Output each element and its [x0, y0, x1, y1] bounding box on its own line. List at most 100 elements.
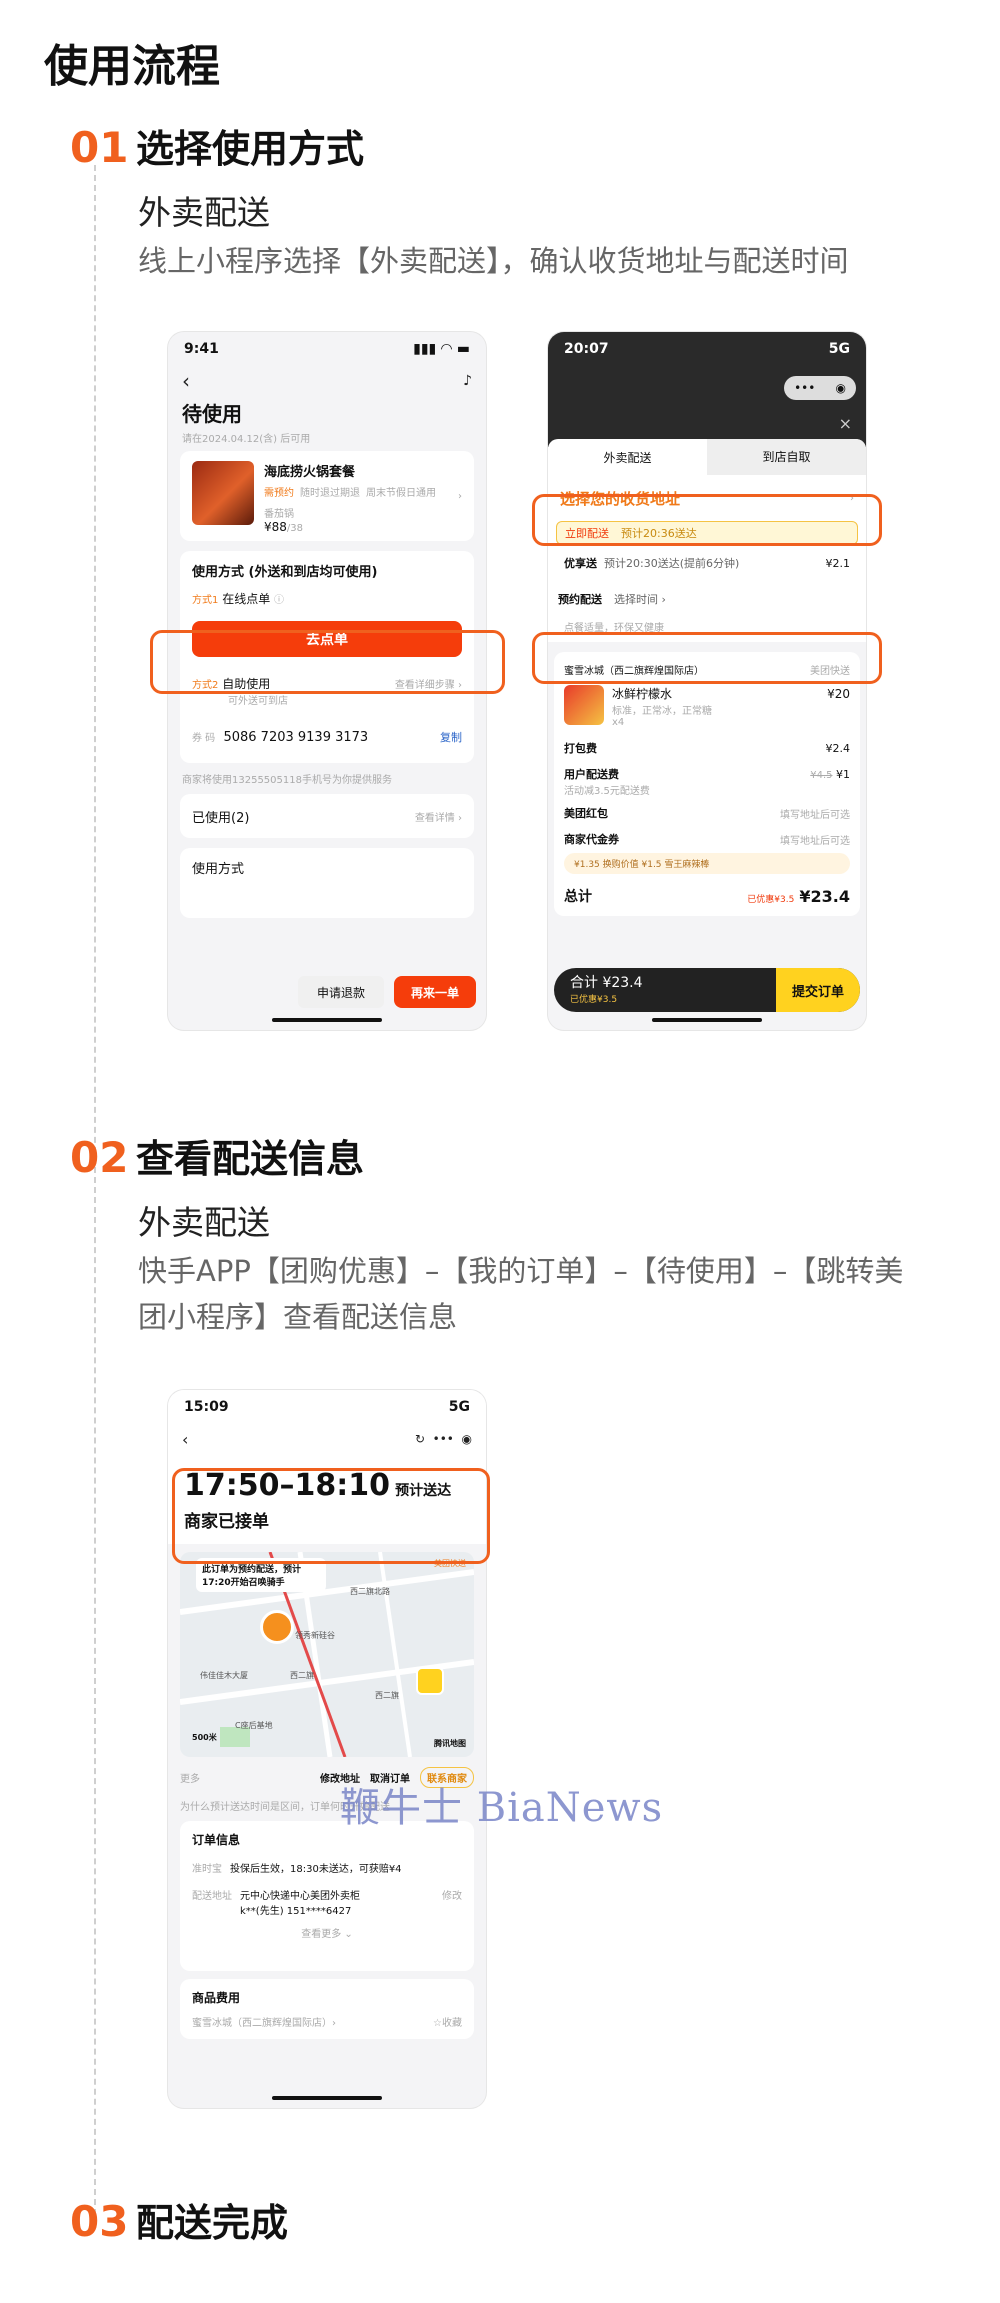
used-row[interactable]: 已使用(2) 查看详情 › [180, 794, 474, 838]
step-1-description: 线上小程序选择【外卖配送】，确认收货地址与配送时间 [138, 244, 849, 278]
copy-button[interactable]: 复制 [440, 729, 462, 745]
priority-label: 优享送 [564, 557, 597, 570]
store-link[interactable]: 蜜雪冰城（西二旗辉煌国际店）› [192, 2014, 336, 2029]
highlight-schedule [532, 632, 882, 684]
status-time: 20:07 [564, 341, 609, 357]
status-icons: ▮▮▮ ◠ ▬ [413, 341, 470, 357]
insure-text: 投保后生效，18:30未送达，可获赔¥4 [230, 1864, 402, 1875]
back-icon[interactable]: ‹ [182, 369, 190, 393]
rider-marker-icon[interactable] [416, 1667, 444, 1695]
status-signal: 5G [448, 1399, 470, 1415]
favorite-button[interactable]: ☆收藏 [433, 2014, 462, 2029]
reorder-button[interactable]: 再来一单 [394, 976, 476, 1008]
order-info-card: 订单信息 准时宝 投保后生效，18:30未送达，可获赔¥4 配送地址 元中心快递中… [180, 1821, 474, 1971]
bar-discount: 已优惠¥3.5 [570, 995, 618, 1005]
item-thumbnail [564, 685, 604, 725]
tab-delivery[interactable]: 外卖配送 [548, 449, 707, 466]
map-brand: 腾讯地图 [434, 1739, 466, 1748]
timeline-dashed-line [94, 165, 96, 2215]
map-label: 领秀新硅谷 [295, 1631, 335, 1640]
goods-fee-card: 商品费用 蜜雪冰城（西二旗辉煌国际店）› ☆收藏 [180, 1979, 474, 2039]
map-scale: 500米 [192, 1733, 217, 1742]
used-count: 已使用(2) [192, 810, 250, 826]
product-price: ¥88 [264, 520, 287, 534]
method-title: 使用方式 [192, 862, 245, 877]
total-amount: ¥23.4 [799, 886, 850, 906]
step-2-description: 快手APP【团购优惠】–【我的订单】–【待使用】–【跳转美团小程序】查看配送信息 [138, 1254, 904, 1334]
status-signal: 5G [828, 341, 850, 357]
more-icon[interactable]: ••• [433, 1432, 454, 1446]
step-title: 查看配送信息 [136, 1137, 365, 1181]
goods-fee-title: 商品费用 [192, 1991, 241, 2005]
more-icon[interactable]: ••• [794, 381, 815, 395]
map-label: 伟佳佳木大厦 [200, 1671, 248, 1680]
code-label: 券 码 [192, 733, 216, 744]
step-1-heading: 01 选择使用方式 [70, 118, 364, 173]
redpack-hint[interactable]: 填写地址后可选 [780, 806, 850, 821]
address-label: 配送地址 [192, 1891, 232, 1902]
method-card: 使用方式 [180, 848, 474, 918]
status-time: 9:41 [184, 341, 219, 357]
page-title: 使用流程 [44, 41, 220, 92]
step-number: 01 [70, 123, 129, 172]
miniapp-capsule[interactable]: ••• ◉ [784, 376, 856, 400]
headset-icon[interactable]: ♪ [463, 373, 472, 389]
step-3-heading: 03 配送完成 [70, 2192, 288, 2247]
pack-fee: ¥2.4 [825, 741, 851, 755]
checkout-bar: 合计 ¥23.4 已优惠¥3.5 提交订单 [554, 968, 860, 1012]
schedule-select[interactable]: 选择时间 › [614, 591, 666, 607]
product-card[interactable]: 海底捞火锅套餐 需预约 随时退过期退 周末节假日通用 番茄锅 ¥88/38 › [180, 451, 474, 541]
way2-sub: 可外送可到店 [228, 696, 288, 707]
address-edit-link[interactable]: 修改 [442, 1887, 462, 1917]
product-thumbnail [192, 461, 254, 525]
submit-order-button[interactable]: 提交订单 [776, 968, 860, 1012]
tab-pickup[interactable]: 到店自取 [707, 439, 866, 475]
valid-date: 请在2024.04.12(含) 后可用 [182, 434, 311, 445]
map-label: 西二旗北路 [350, 1587, 390, 1596]
more-label[interactable]: 更多 [180, 1770, 310, 1785]
see-more-link[interactable]: 查看更多 ⌄ [192, 1925, 462, 1940]
order-items-card: 蜜雪冰城（西二旗辉煌国际店） 美团快送 冰鲜柠檬水 ¥20 标准，正常冰，正常糖 … [554, 652, 860, 916]
highlight-order-button [150, 630, 505, 694]
refresh-icon[interactable]: ↻ [415, 1432, 425, 1446]
scheduled-delivery-option[interactable]: 预约配送 选择时间 › [556, 581, 858, 617]
map-label: 西二旗 [375, 1691, 399, 1700]
pack-fee-label: 打包费 [564, 742, 597, 755]
product-option: 番茄锅 [264, 509, 294, 520]
close-icon[interactable]: × [839, 414, 852, 433]
close-circle-icon[interactable]: ◉ [462, 1432, 472, 1446]
delivery-fee-note: 活动减3.5元配送费 [564, 786, 650, 797]
refund-button[interactable]: 申请退款 [298, 976, 384, 1008]
used-details-link[interactable]: 查看详情 › [415, 809, 462, 824]
delivery-fee-original: ¥4.5 [810, 769, 833, 781]
delivery-map[interactable]: 此订单为预约配送，预计17:20开始召唤骑手 美团快送 西二旗北路 领秀新硅谷 … [180, 1552, 474, 1757]
home-indicator [272, 1018, 382, 1022]
priority-delivery-option[interactable]: 优享送 预计20:30送达(提前6分钟) ¥2.1 [556, 545, 858, 581]
store-marker-icon[interactable] [260, 1610, 294, 1644]
close-circle-icon[interactable]: ◉ [835, 381, 845, 395]
back-icon[interactable]: ‹ [182, 1430, 188, 1449]
promo-banner[interactable]: ¥1.35 换购价值 ¥1.5 雪王麻辣棒 [564, 853, 850, 874]
highlight-address [532, 494, 882, 546]
bar-total: 合计 ¥23.4 [570, 975, 643, 991]
tag-holiday: 周末节假日通用 [366, 488, 436, 499]
tag-refund: 随时退过期退 [300, 488, 360, 499]
item-spec: 标准，正常冰，正常糖 [612, 706, 712, 717]
priority-price: ¥2.1 [825, 556, 851, 570]
step-2-heading: 02 查看配送信息 [70, 1128, 364, 1183]
item-name: 冰鲜柠檬水 [612, 687, 673, 701]
order-info-title: 订单信息 [192, 1833, 241, 1847]
way1-tag: 方式1 [192, 595, 219, 606]
voucher-label: 商家代金券 [564, 833, 619, 846]
step-title: 配送完成 [136, 2201, 289, 2245]
voucher-hint[interactable]: 填写地址后可选 [780, 832, 850, 847]
coupon-status-title: 待使用 [182, 402, 242, 426]
total-discount: 已优惠¥3.5 [747, 894, 795, 905]
tag-reservation: 需预约 [264, 488, 294, 499]
step-number: 02 [70, 1133, 129, 1182]
watermark: 鞭牛士 BiaNews [340, 1785, 664, 1831]
item-qty: x4 [612, 717, 625, 728]
home-indicator [272, 2096, 382, 2100]
coupon-code: 5086 7203 9139 3173 [223, 730, 369, 745]
insure-label: 准时宝 [192, 1864, 222, 1875]
